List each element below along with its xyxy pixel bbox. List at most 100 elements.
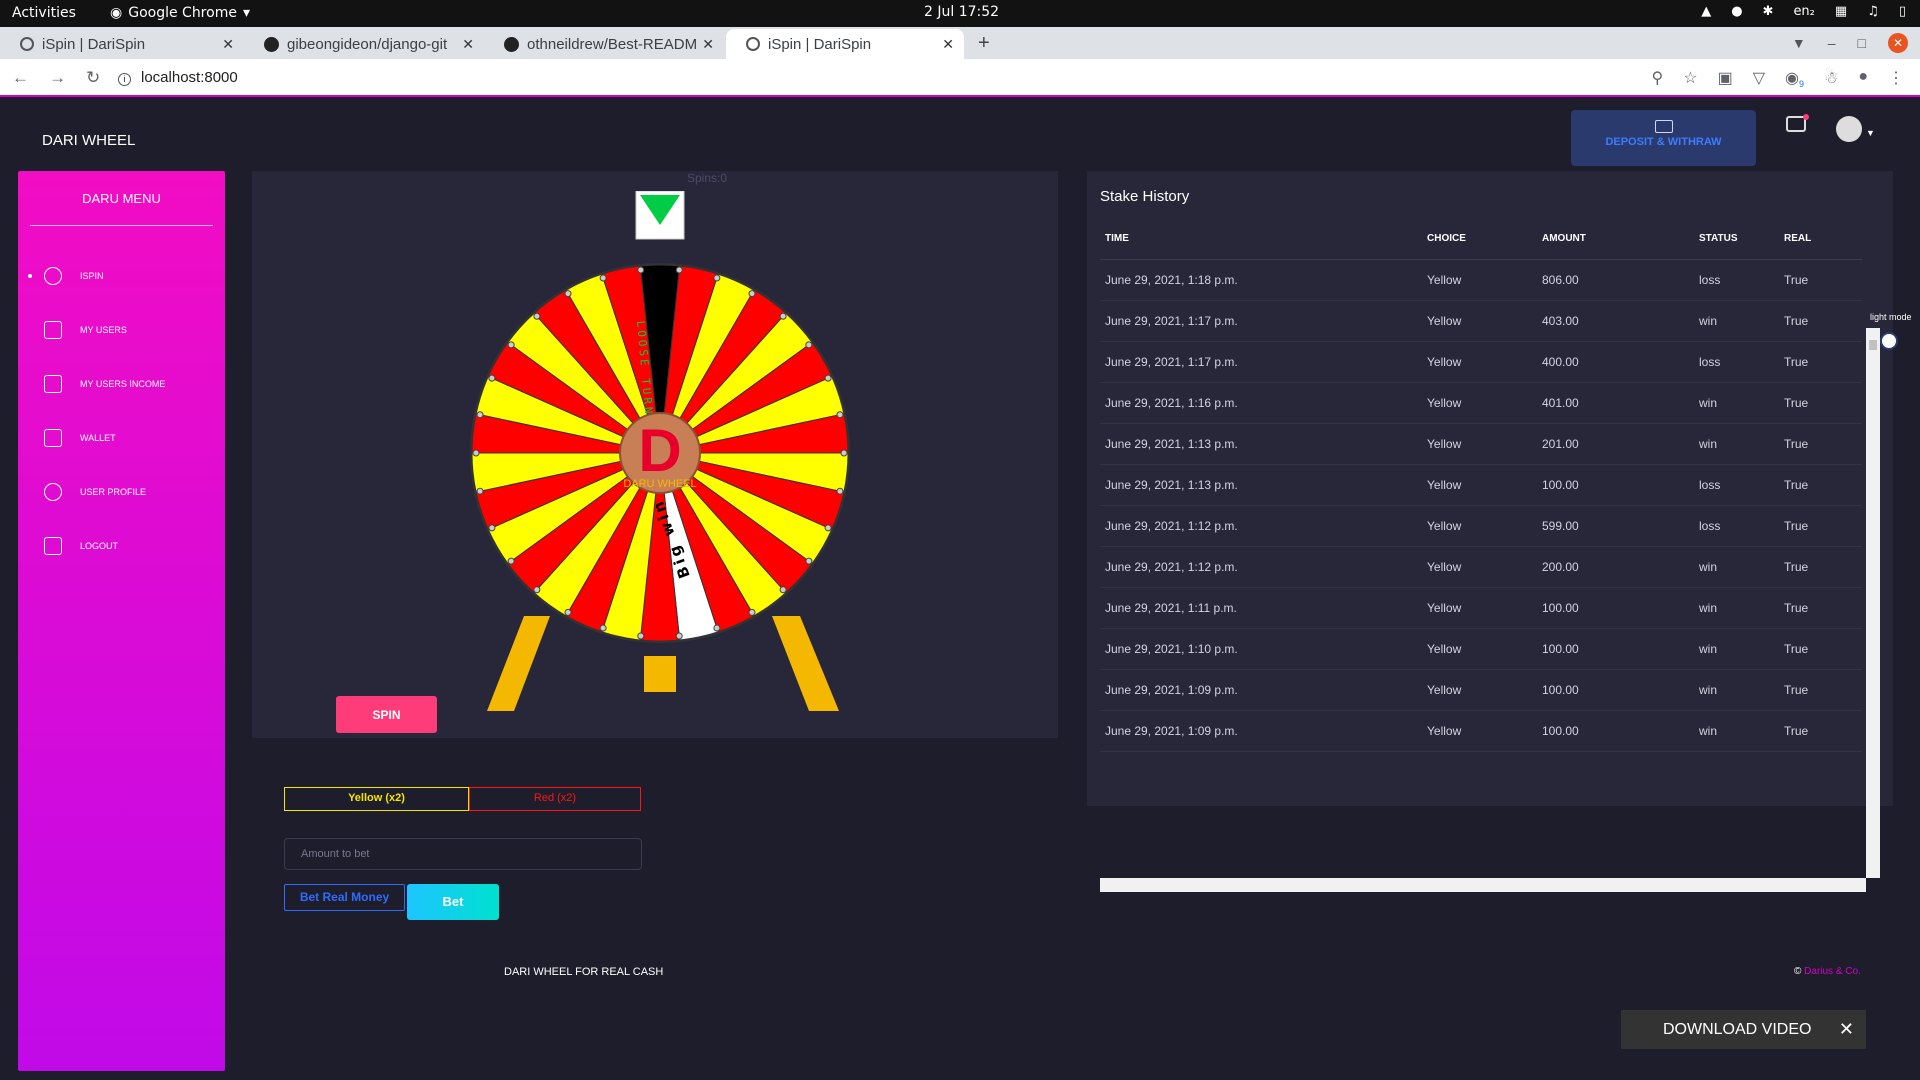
network-icon[interactable]: ▦ [1835,4,1847,19]
amount-input[interactable]: Amount to bet [284,838,642,870]
url-field[interactable]: i localhost:8000 [118,69,238,86]
toggle-knob[interactable] [1880,332,1898,350]
table-cell: June 29, 2021, 1:12 p.m. [1100,505,1422,547]
table-cell: 401.00 [1537,382,1694,424]
table-cell: Yellow [1422,259,1537,301]
table-row: June 29, 2021, 1:13 p.m. Yellow 201.00 win T… [1100,423,1862,465]
minimize-button[interactable]: – [1828,35,1836,51]
tab-search-icon[interactable]: ▼ [1792,35,1806,51]
volume-icon[interactable]: ♫ [1867,4,1879,19]
close-icon[interactable]: ✕ [1839,1010,1854,1049]
system-tray[interactable]: ▲ ● ✱ en₂ ▦ ♫ ▯ [1701,4,1906,19]
wheel-peg [824,524,832,532]
table-cell: True [1779,259,1862,301]
wheel-peg [840,449,848,457]
pocket-icon[interactable]: ▽ [1753,68,1765,89]
table-cell: True [1779,300,1862,342]
sidebar-item-ispin[interactable]: ISPIN [18,261,225,291]
reload-icon[interactable]: ↻ [86,68,100,88]
table-cell: Yellow [1422,300,1537,342]
brand-title[interactable]: DARI WHEEL [42,132,135,149]
tab-title: iSpin | DariSpin [768,35,872,53]
copyright-link[interactable]: Darius & Co. [1804,966,1861,977]
extensions-icon[interactable]: ☃ [1824,68,1838,89]
table-cell: win [1694,300,1779,342]
sidebar-item-wallet[interactable]: WALLET [18,423,225,453]
sidebar-item-my-users[interactable]: MY USERS [18,315,225,345]
deposit-label: DEPOSIT & WITHRAW [1605,136,1722,148]
close-window-button[interactable]: ✕ [1888,33,1908,53]
caret-down-icon[interactable]: ▼ [1866,128,1875,138]
telegram-icon[interactable]: ● [1731,4,1742,19]
maximize-button[interactable]: □ [1858,35,1866,51]
forward-icon[interactable]: → [49,68,66,88]
tab-3[interactable]: othneildrew/Best-READM ✕ [484,29,724,59]
wheel-peg [488,374,496,382]
download-video-bar[interactable]: DOWNLOAD VIDEO ✕ [1621,1010,1866,1049]
table-row: June 29, 2021, 1:09 p.m. Yellow 100.00 win T… [1100,669,1862,711]
table-cell: True [1779,546,1862,588]
new-tab-button[interactable]: + [978,32,990,55]
sidebar-item-label: ISPIN [80,271,104,281]
yellow-choice-button[interactable]: Yellow (x2) [284,787,469,811]
table-cell: True [1779,505,1862,547]
notification-icon[interactable] [1786,114,1809,132]
table-cell: June 29, 2021, 1:11 p.m. [1100,587,1422,629]
sidebar-item-label: MY USERS [80,325,127,335]
spin-wheel[interactable]: D DARU WHEEL LOOSE TURN Big win [452,191,872,711]
wheel-peg [488,524,496,532]
theme-toggle[interactable]: light mode [1866,312,1912,352]
profile-icon[interactable]: ● [1858,68,1868,89]
vertical-scrollbar[interactable] [1866,328,1880,878]
vlc-icon[interactable]: ▲ [1701,4,1711,19]
sidebar-item-user-profile[interactable]: USER PROFILE [18,477,225,507]
sidebar-item-my-users-income[interactable]: MY USERS INCOME [18,369,225,399]
table-cell: June 29, 2021, 1:17 p.m. [1100,341,1422,383]
close-icon[interactable]: ✕ [222,36,234,53]
table-cell: 806.00 [1537,259,1694,301]
close-icon[interactable]: ✕ [702,36,714,53]
close-icon[interactable]: ✕ [942,36,954,53]
avatar[interactable] [1836,116,1862,142]
battery-icon[interactable]: ▯ [1899,4,1906,19]
table-cell: Yellow [1422,505,1537,547]
tab-1[interactable]: iSpin | DariSpin ✕ [0,29,244,59]
address-bar: ← → ↻ i localhost:8000 ⚲ ☆ ▣ ▽ ◉9 ☃ ● ⋮ [0,59,1920,97]
table-cell: June 29, 2021, 1:09 p.m. [1100,710,1422,752]
bet-real-money-button[interactable]: Bet Real Money [284,884,405,911]
zoom-icon[interactable]: ⚲ [1652,68,1664,89]
footer-text: DARI WHEEL FOR REAL CASH [504,966,664,978]
table-cell: win [1694,669,1779,711]
extension-badge-icon[interactable]: ◉9 [1785,68,1804,89]
tab-title: othneildrew/Best-READM [527,35,697,53]
kebab-menu-icon[interactable]: ⋮ [1888,68,1904,89]
choice-group: Yellow (x2) Red (x2) [284,787,641,811]
app-name: Google Chrome [128,5,237,21]
tab-4-active[interactable]: iSpin | DariSpin ✕ [726,29,964,59]
deposit-withdraw-button[interactable]: DEPOSIT & WITHRAW [1571,110,1756,166]
column-header: REAL [1779,219,1862,260]
wheel-peg [507,557,515,565]
tab-2[interactable]: gibeongideon/django-git ✕ [244,29,484,59]
horizontal-scrollbar[interactable] [1100,878,1866,892]
accessibility-icon[interactable]: ✱ [1763,4,1774,19]
clock[interactable]: 2 Jul 17:52 [924,4,999,20]
info-icon[interactable]: i [118,73,131,86]
spin-button[interactable]: SPIN [336,696,437,733]
activities-button[interactable]: Activities [12,5,76,21]
sidebar-item-label: LOGOUT [80,541,119,551]
red-choice-button[interactable]: Red (x2) [469,787,641,811]
bet-button[interactable]: Bet [407,884,499,920]
back-icon[interactable]: ← [12,68,29,88]
language-indicator[interactable]: en₂ [1793,4,1814,19]
close-icon[interactable]: ✕ [462,36,474,53]
bookmark-star-icon[interactable]: ☆ [1683,68,1697,89]
table-cell: True [1779,423,1862,465]
table-body: June 29, 2021, 1:18 p.m. Yellow 806.00 loss… [1100,259,1862,752]
wheel-peg [748,290,756,298]
table-cell: June 29, 2021, 1:09 p.m. [1100,669,1422,711]
app-menu[interactable]: ◉ Google Chrome ▾ [110,5,250,21]
sidebar-item-logout[interactable]: LOGOUT [18,531,225,561]
wheel-stand-center [644,656,676,692]
camera-icon[interactable]: ▣ [1718,68,1733,89]
